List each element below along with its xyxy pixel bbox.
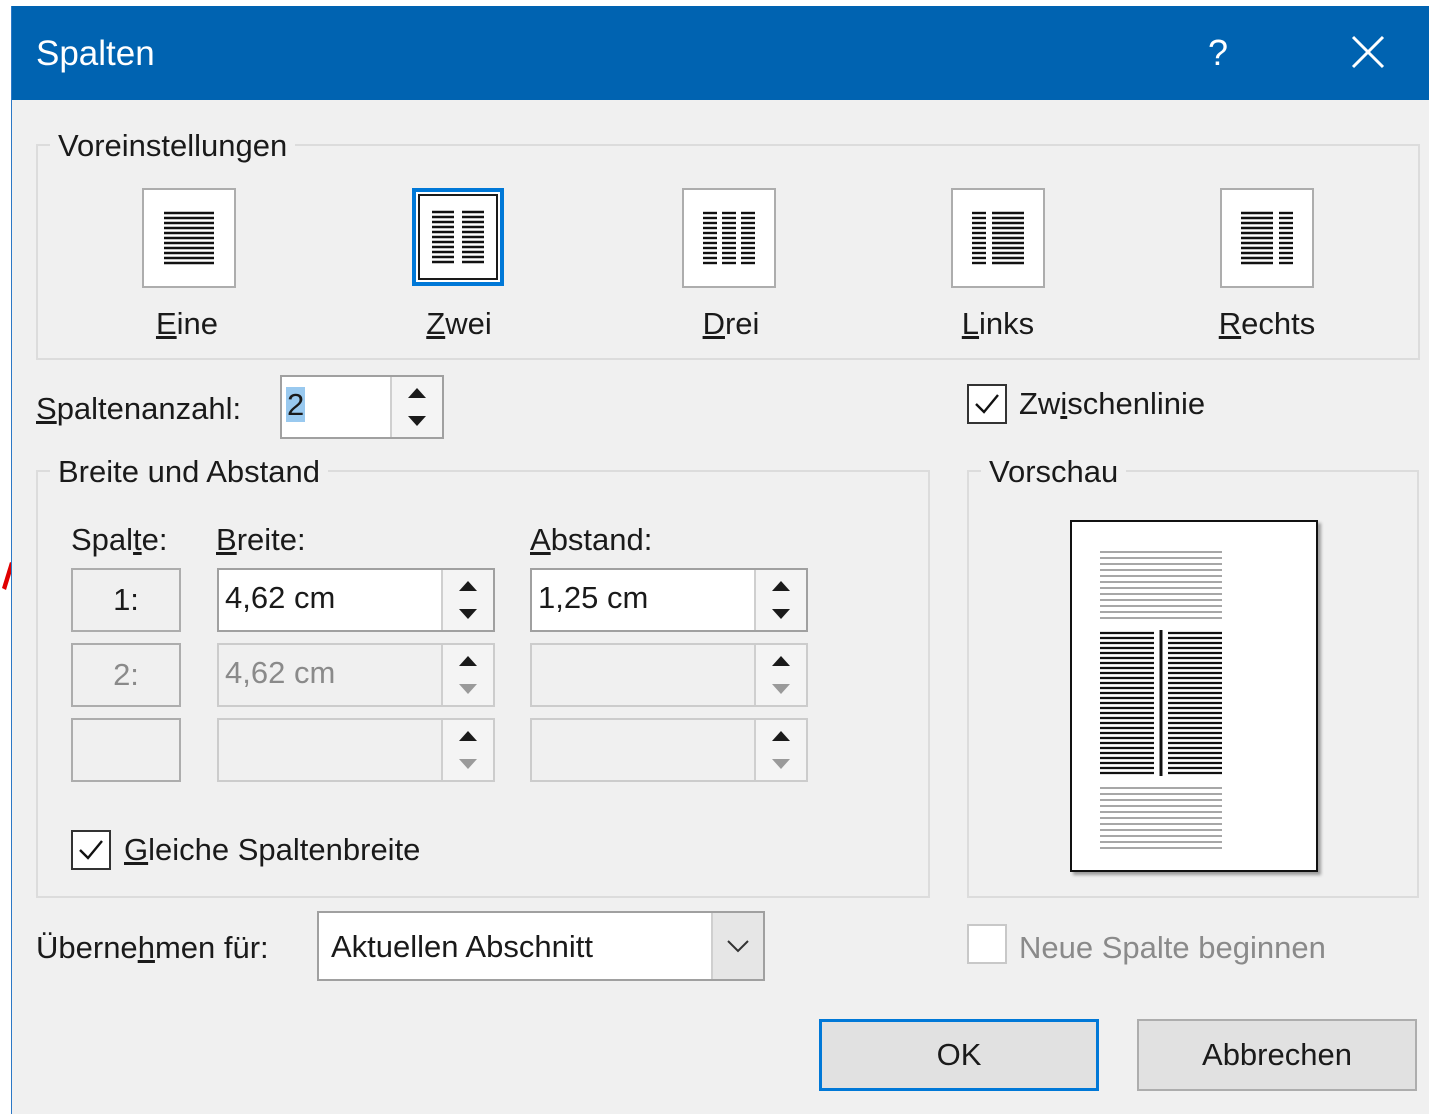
equal-width-label: Gleiche Spaltenbreite — [124, 832, 421, 867]
preset-left-label: Links — [961, 306, 1035, 341]
column-header: Spalte: — [71, 522, 168, 557]
width-arrows-3 — [441, 720, 493, 780]
help-button[interactable]: ? — [1208, 32, 1228, 74]
preview-page — [1070, 520, 1318, 872]
chevron-down-icon — [727, 940, 749, 953]
column-number-1: 1: — [71, 568, 181, 632]
width-stepper-3[interactable] — [217, 718, 495, 782]
three-columns-icon — [703, 211, 755, 265]
line-between-checkbox[interactable] — [967, 384, 1007, 424]
column-count-stepper[interactable]: 2 — [280, 375, 444, 439]
apply-to-label: Übernehmen für: — [36, 930, 269, 965]
spacing-up-button-3[interactable] — [762, 722, 800, 748]
left-column-icon — [972, 211, 1024, 265]
column-count-down-button[interactable] — [398, 408, 436, 434]
checkmark-icon — [975, 394, 999, 414]
column-count-arrows — [390, 377, 442, 437]
width-up-button-1[interactable] — [449, 572, 487, 598]
width-stepper-1[interactable]: 4,62 cm — [217, 568, 495, 632]
width-spacing-group-label: Breite und Abstand — [50, 454, 328, 490]
preset-right-label: Rechts — [1218, 306, 1316, 341]
spacing-stepper-1[interactable]: 1,25 cm — [530, 568, 808, 632]
spacing-up-button-2[interactable] — [762, 647, 800, 673]
width-up-button-2[interactable] — [449, 647, 487, 673]
preset-one-button[interactable] — [142, 188, 236, 288]
columns-dialog: Spalten ? Voreinstellungen Eine Zwei Dre… — [12, 6, 1429, 1114]
new-column-label: Neue Spalte beginnen — [1019, 930, 1326, 965]
spacing-stepper-3[interactable] — [530, 718, 808, 782]
spacing-stepper-2[interactable] — [530, 643, 808, 707]
spacing-down-button-1[interactable] — [762, 601, 800, 627]
preview-group-label: Vorschau — [981, 454, 1127, 490]
cancel-button[interactable]: Abbrechen — [1137, 1019, 1417, 1091]
presets-group-label: Voreinstellungen — [50, 128, 296, 164]
width-down-button-2[interactable] — [449, 676, 487, 702]
column-count-label: Spaltenanzahl: — [36, 391, 242, 426]
one-column-icon — [164, 211, 214, 265]
equal-width-checkbox[interactable] — [71, 830, 111, 870]
spacing-header: Abstand: — [530, 522, 653, 557]
column-number-2: 2: — [71, 643, 181, 707]
spacing-value-1[interactable]: 1,25 cm — [538, 580, 648, 616]
close-button[interactable] — [1340, 24, 1396, 80]
preset-two-button[interactable] — [412, 188, 504, 286]
line-between-label: Zwischenlinie — [1019, 386, 1206, 421]
ok-button[interactable]: OK — [819, 1019, 1099, 1091]
column-number-3 — [71, 718, 181, 782]
width-header: Breite: — [216, 522, 306, 557]
title-bar: Spalten ? — [12, 6, 1429, 100]
width-value-1[interactable]: 4,62 cm — [225, 580, 335, 616]
spacing-arrows-2 — [754, 645, 806, 705]
page-preview-icon — [1100, 551, 1222, 849]
column-count-value: 2 — [286, 387, 306, 422]
preset-one-label: Eine — [155, 306, 219, 341]
width-stepper-2[interactable]: 4,62 cm — [217, 643, 495, 707]
width-arrows-2 — [441, 645, 493, 705]
spacing-arrows-3 — [754, 720, 806, 780]
close-icon — [1351, 35, 1385, 69]
apply-to-value: Aktuellen Abschnitt — [331, 929, 593, 964]
preset-left-button[interactable] — [951, 188, 1045, 288]
spacing-down-button-3[interactable] — [762, 751, 800, 777]
spacing-up-button-1[interactable] — [762, 572, 800, 598]
right-column-icon — [1241, 211, 1293, 265]
spacing-arrows-1 — [754, 570, 806, 630]
two-columns-icon — [432, 210, 484, 264]
width-value-2[interactable]: 4,62 cm — [225, 655, 335, 691]
apply-to-dropdown[interactable]: Aktuellen Abschnitt — [317, 911, 765, 981]
checkmark-icon — [79, 840, 103, 860]
new-column-checkbox[interactable] — [967, 924, 1007, 964]
width-up-button-3[interactable] — [449, 722, 487, 748]
dialog-title: Spalten — [36, 34, 155, 73]
column-count-input[interactable]: 2 — [286, 387, 306, 423]
preset-right-button[interactable] — [1220, 188, 1314, 288]
width-down-button-1[interactable] — [449, 601, 487, 627]
column-count-up-button[interactable] — [398, 379, 436, 405]
preset-three-label: Drei — [702, 306, 760, 341]
preset-three-button[interactable] — [682, 188, 776, 288]
preset-two-label: Zwei — [426, 306, 492, 341]
dropdown-toggle[interactable] — [711, 913, 763, 979]
width-down-button-3[interactable] — [449, 751, 487, 777]
spacing-down-button-2[interactable] — [762, 676, 800, 702]
width-arrows-1 — [441, 570, 493, 630]
